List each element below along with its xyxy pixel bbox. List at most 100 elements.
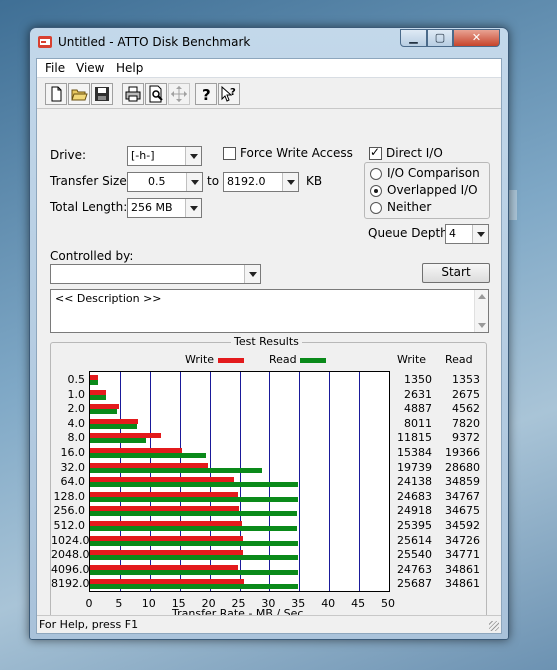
read-bar [90,394,106,400]
io-options-group: I/O Comparison Overlapped I/O Neither [364,162,490,219]
neither-radio[interactable] [370,202,382,214]
status-bar: For Help, press F1 [37,615,501,633]
y-category-label: 1024.0 [51,533,90,547]
overlapped-io-radio[interactable] [370,185,382,197]
write-value: 25395 [397,519,432,532]
minimize-button[interactable]: ▁ [400,29,427,47]
svg-text:?: ? [202,86,211,104]
legend-write-swatch [218,358,244,363]
scroll-down-icon[interactable] [478,323,486,328]
read-bar [90,496,298,502]
read-bar [90,526,297,531]
to-label: to [207,174,220,188]
read-bar [90,423,137,429]
minimize-icon: ▁ [409,31,418,44]
y-category-label: 256.0 [53,504,86,518]
total-length-value: 256 MB [131,201,173,214]
transfer-to-select[interactable]: 8192.0 [223,172,299,192]
transfer-from-value: 0.5 [148,175,166,188]
test-results-title: Test Results [231,335,302,348]
y-category-label: 8.0 [67,431,86,445]
start-button[interactable]: Start [422,263,490,283]
chevron-down-icon[interactable] [185,199,201,217]
read-value: 34592 [445,519,480,532]
app-icon[interactable] [37,34,53,50]
bar-chart-plot [89,371,390,592]
menu-help[interactable]: Help [116,61,143,75]
resize-grip-icon[interactable] [489,621,499,631]
controlled-by-select[interactable] [50,264,261,284]
drive-value: [-h-] [131,149,155,162]
write-value: 4887 [404,402,432,416]
menu-file[interactable]: File [45,61,65,75]
read-bar [90,409,118,415]
chevron-down-icon[interactable] [472,225,488,243]
menu-view[interactable]: View [76,61,104,75]
description-scrollbar[interactable] [474,290,488,332]
save-icon[interactable] [91,83,113,105]
force-write-label: Force Write Access [240,146,353,160]
read-bar [90,511,298,517]
read-bar [90,380,99,385]
transfer-from-select[interactable]: 0.5 [127,172,203,192]
controlled-by-label: Controlled by: [50,249,134,263]
force-write-checkbox[interactable] [223,147,236,160]
chevron-down-icon[interactable] [244,265,260,283]
queue-depth-select[interactable]: 4 [445,224,489,244]
x-tick-label: 40 [321,597,336,610]
read-value: 34675 [445,504,480,518]
move-icon[interactable] [168,83,190,105]
y-category-label: 8192.0 [51,577,90,591]
context-help-icon[interactable]: ? [218,83,240,105]
y-category-label: 4096.0 [51,562,90,576]
description-text: << Description >> [55,292,162,305]
x-tick-label: 45 [351,597,366,610]
app-window: Untitled - ATTO Disk Benchmark ▁ ▢ ✕ Fil… [29,27,509,640]
chevron-down-icon[interactable] [186,173,202,191]
y-category-label: 64.0 [60,475,86,489]
y-category-label: 4.0 [67,416,86,430]
help-icon[interactable]: ? [195,83,217,105]
write-value: 11815 [397,431,432,445]
legend-write-label: Write [185,353,215,366]
menu-bar: File View Help [37,59,501,78]
test-results-group: Test Results Write Read Write Read 0.5 1.… [50,335,487,623]
direct-io-checkbox[interactable] [369,145,382,160]
x-tick-label: 5 [115,597,123,610]
description-box[interactable]: << Description >> [50,289,489,333]
y-category-label: 2.0 [67,402,86,416]
drive-label: Drive: [50,148,87,162]
new-file-icon[interactable] [45,83,67,105]
maximize-button[interactable]: ▢ [427,29,453,47]
open-folder-icon[interactable] [68,83,90,105]
window-title: Untitled - ATTO Disk Benchmark [58,35,251,49]
total-length-select[interactable]: 256 MB [127,198,202,218]
close-button[interactable]: ✕ [453,29,500,47]
total-length-label: Total Length: [50,200,128,214]
queue-depth-value: 4 [449,227,456,240]
write-value: 19739 [397,460,432,474]
io-comparison-radio[interactable] [370,168,382,180]
grid-line [299,372,301,591]
col-write-header: Write [397,353,427,366]
overlapped-io-label: Overlapped I/O [387,183,478,197]
chevron-down-icon[interactable] [282,173,298,191]
legend-read-label: Read [269,353,297,366]
read-bar [90,584,299,590]
scroll-up-icon[interactable] [478,294,486,299]
print-preview-icon[interactable] [145,83,167,105]
chevron-down-icon[interactable] [185,147,201,165]
direct-io-label: Direct I/O [386,146,443,160]
print-icon[interactable] [122,83,144,105]
write-value: 24138 [397,475,432,489]
y-category-label: 32.0 [60,460,86,474]
queue-depth-label: Queue Depth: [368,226,452,240]
write-value: 25687 [397,577,432,591]
read-bar [90,555,298,561]
drive-select[interactable]: [-h-] [127,146,202,166]
write-value: 24918 [397,504,432,518]
read-bar [90,540,298,546]
maximize-icon: ▢ [434,31,446,44]
title-bar[interactable]: Untitled - ATTO Disk Benchmark ▁ ▢ ✕ [30,28,508,56]
x-tick-label: 0 [85,597,93,610]
